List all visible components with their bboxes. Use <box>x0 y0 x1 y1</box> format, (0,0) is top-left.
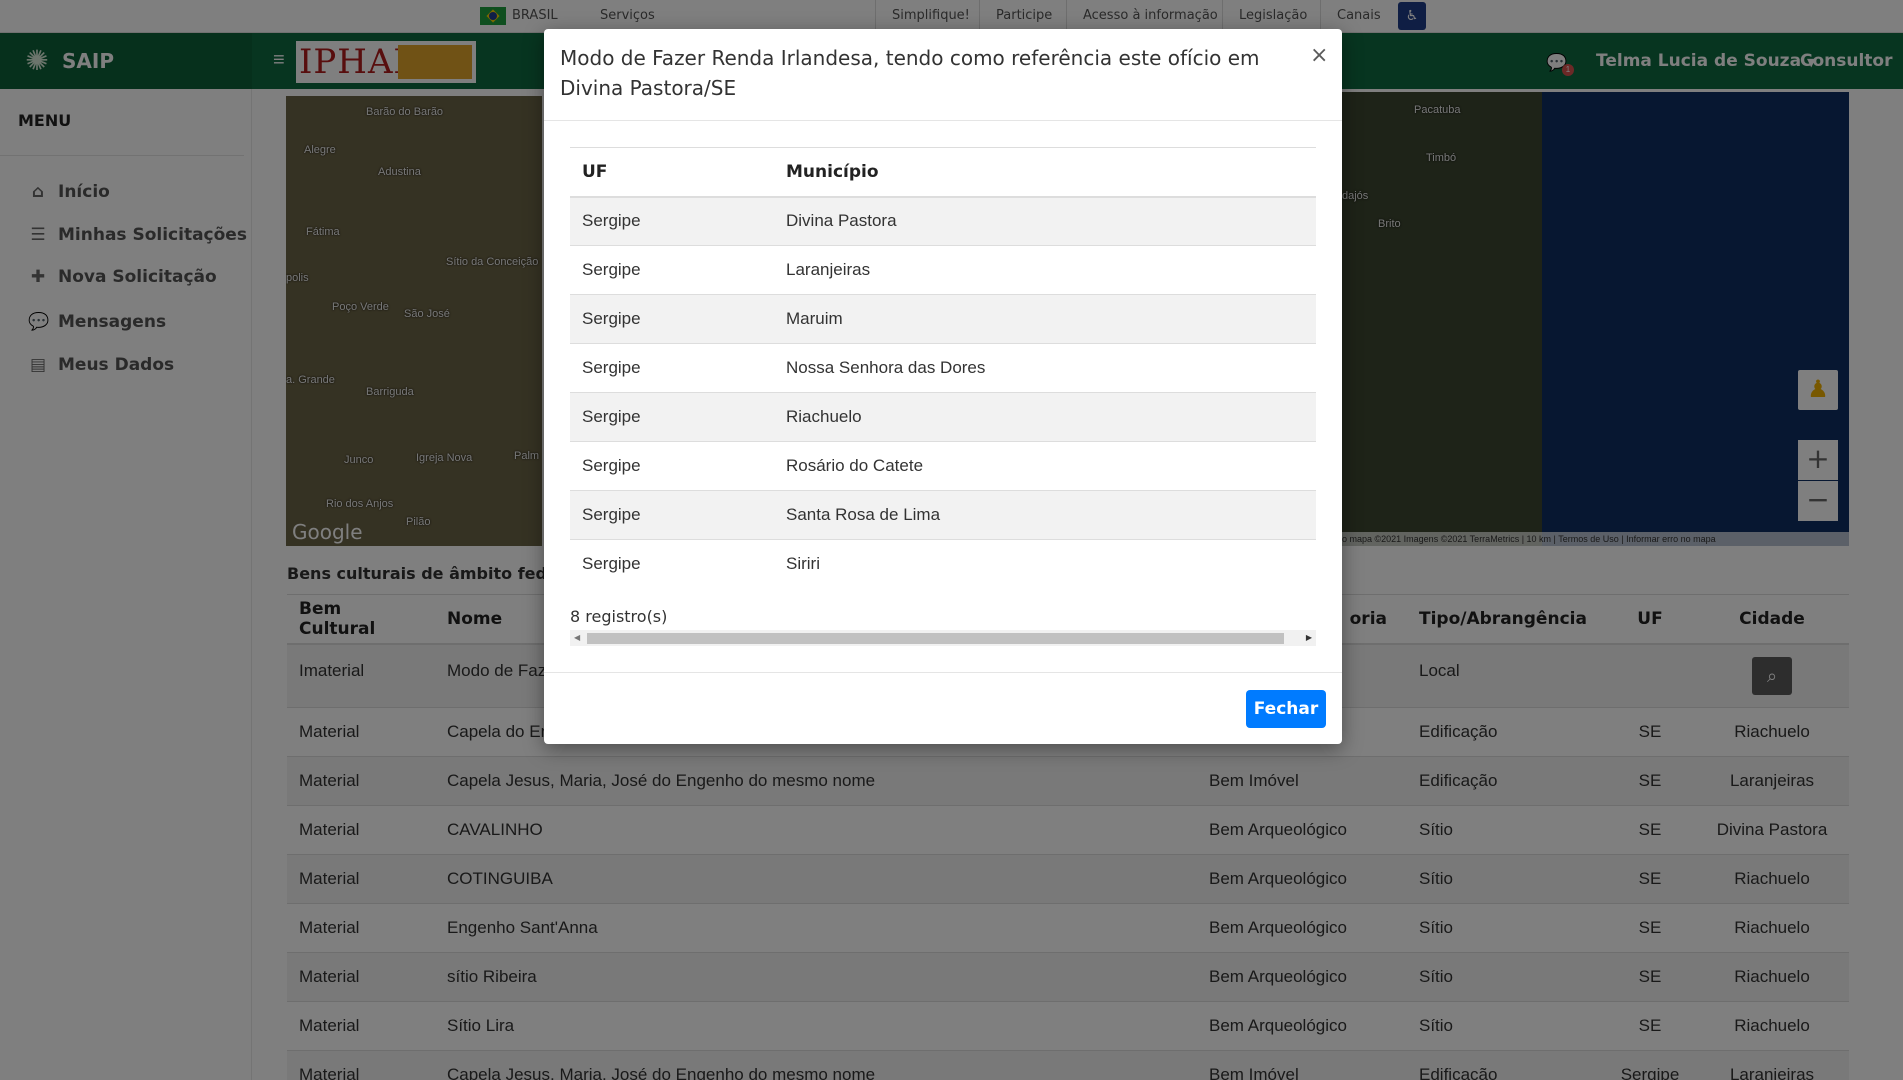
table-cell: Sergipe <box>570 539 774 589</box>
table-row: Sergipe Riachuelo <box>570 392 1316 442</box>
table-row: Sergipe Nossa Senhora das Dores <box>570 343 1316 393</box>
table-cell: Sergipe <box>570 196 774 246</box>
scroll-right-icon[interactable]: ▶ <box>1306 630 1312 646</box>
scrollbar-thumb[interactable] <box>587 633 1284 644</box>
table-cell: Maruim <box>774 294 1316 344</box>
table-cell: Sergipe <box>570 245 774 295</box>
modal-footer-divider <box>544 672 1342 673</box>
column-header[interactable]: Município <box>774 147 1316 198</box>
table-cell: Santa Rosa de Lima <box>774 490 1316 540</box>
table-cell: Sergipe <box>570 392 774 442</box>
modal-title: Modo de Fazer Renda Irlandesa, tendo com… <box>560 46 1260 100</box>
municipios-table: UF Município Sergipe Divina Pastora Sergi… <box>570 147 1316 589</box>
table-row: Sergipe Laranjeiras <box>570 245 1316 295</box>
table-row: Sergipe Maruim <box>570 294 1316 344</box>
table-cell: Sergipe <box>570 343 774 393</box>
table-cell: Rosário do Catete <box>774 441 1316 491</box>
table-cell: Riachuelo <box>774 392 1316 442</box>
column-header[interactable]: UF <box>570 147 774 198</box>
modal-header-divider <box>544 120 1342 121</box>
table-cell: Siriri <box>774 539 1316 589</box>
horizontal-scrollbar[interactable]: ◀ ▶ <box>570 630 1316 646</box>
table-row: Sergipe Santa Rosa de Lima <box>570 490 1316 540</box>
scroll-left-icon[interactable]: ◀ <box>574 630 580 646</box>
table-cell: Divina Pastora <box>774 196 1316 246</box>
record-count: 8 registro(s) <box>570 607 668 626</box>
table-row: Sergipe Divina Pastora <box>570 196 1316 246</box>
table-cell: Sergipe <box>570 490 774 540</box>
table-cell: Laranjeiras <box>774 245 1316 295</box>
close-button[interactable]: Fechar <box>1246 690 1326 728</box>
table-row: Sergipe Siriri <box>570 539 1316 589</box>
table-cell: Sergipe <box>570 441 774 491</box>
table-row: Sergipe Rosário do Catete <box>570 441 1316 491</box>
close-icon[interactable]: × <box>1310 45 1328 67</box>
table-cell: Sergipe <box>570 294 774 344</box>
table-cell: Nossa Senhora das Dores <box>774 343 1316 393</box>
municipios-modal: Modo de Fazer Renda Irlandesa, tendo com… <box>544 29 1342 744</box>
